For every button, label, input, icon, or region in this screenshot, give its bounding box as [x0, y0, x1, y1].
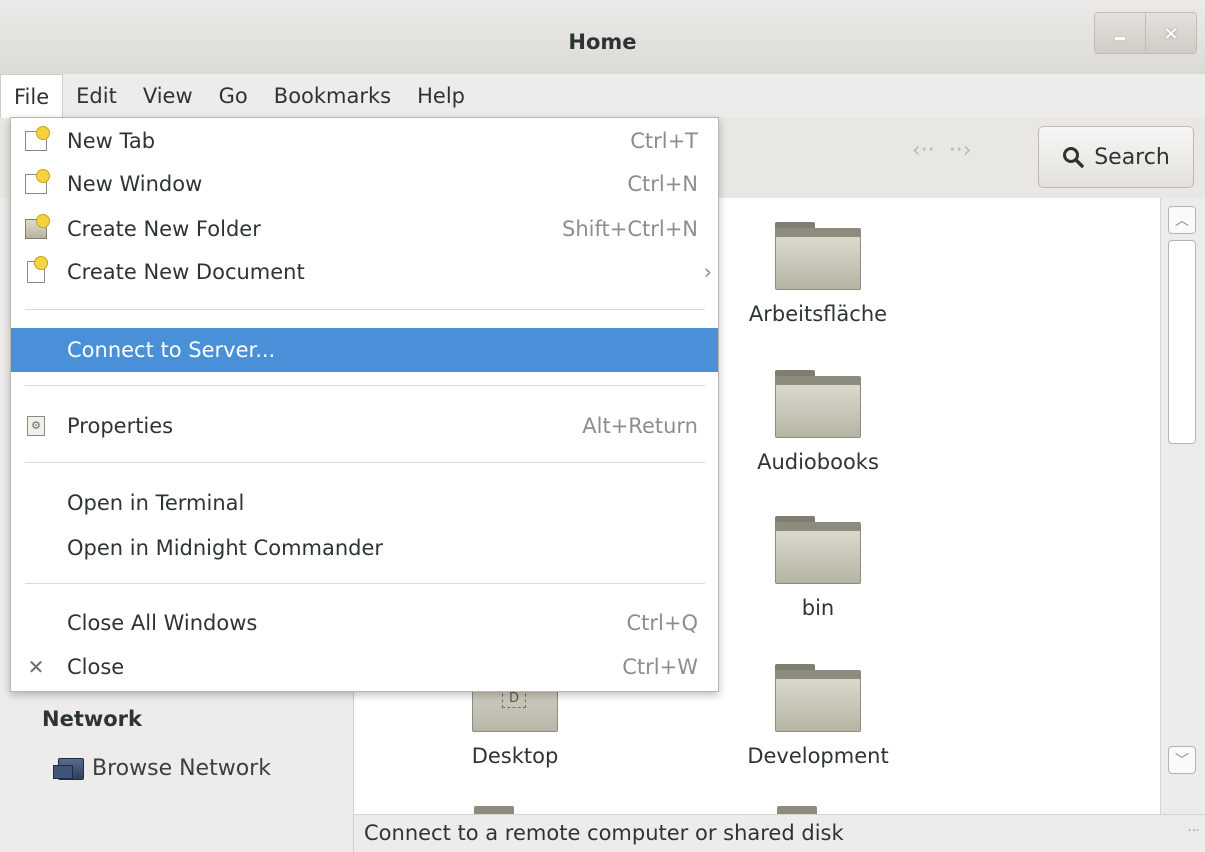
close-icon: ✕	[27, 655, 45, 679]
search-button[interactable]: Search	[1038, 126, 1194, 188]
minimize-icon	[1115, 36, 1125, 40]
folder-icon	[775, 516, 861, 584]
document-icon	[24, 256, 48, 284]
file-name: Development	[747, 744, 889, 768]
resize-grip-icon[interactable]: ⠠⠤	[1183, 810, 1200, 846]
window-title: Home	[568, 30, 637, 54]
menu-bookmarks[interactable]: Bookmarks	[261, 74, 404, 118]
menu-item-new-tab[interactable]: New Tab Ctrl+T	[11, 120, 718, 162]
folder-icon	[24, 214, 50, 241]
menu-go[interactable]: Go	[206, 74, 261, 118]
file-item-arbeitsflaeche[interactable]: Arbeitsfläche	[708, 222, 928, 326]
folder-icon	[775, 664, 861, 732]
scroll-up-button[interactable]: ︿	[1168, 206, 1196, 234]
menu-item-open-in-midnight-commander[interactable]: Open in Midnight Commander	[11, 527, 718, 569]
properties-icon: ⚙	[24, 414, 48, 438]
scroll-down-button[interactable]: ﹀	[1168, 746, 1196, 774]
file-name: bin	[801, 596, 835, 620]
navigation-arrows: ‹·· ··›	[912, 138, 972, 163]
menu-item-create-new-folder[interactable]: Create New Folder Shift+Ctrl+N	[11, 208, 718, 250]
submenu-arrow-icon: ›	[703, 260, 712, 284]
file-manager-window: Home × File Edit View Go Bookmarks Help …	[0, 0, 1205, 852]
sidebar-heading-network: Network	[42, 707, 143, 731]
forward-arrow-icon[interactable]: ··›	[949, 138, 972, 163]
close-window-button[interactable]: ×	[1145, 13, 1196, 53]
menu-item-properties[interactable]: ⚙ Properties Alt+Return	[11, 405, 718, 447]
new-tab-icon	[24, 126, 50, 153]
status-text: Connect to a remote computer or shared d…	[364, 821, 844, 845]
file-item-development[interactable]: Development	[708, 664, 928, 768]
file-name: Desktop	[471, 744, 559, 768]
menu-help[interactable]: Help	[404, 74, 478, 118]
menu-edit[interactable]: Edit	[63, 74, 130, 118]
menu-separator	[25, 385, 705, 386]
folder-icon	[775, 370, 861, 438]
menu-item-create-new-document[interactable]: Create New Document ›	[11, 251, 718, 293]
window-controls: ×	[1094, 12, 1197, 54]
partial-folder-icon	[777, 806, 817, 814]
file-item-audiobooks[interactable]: Audiobooks	[708, 370, 928, 474]
partial-folder-icon	[474, 806, 514, 814]
menu-separator	[25, 309, 705, 310]
chevron-up-icon: ︿	[1175, 213, 1189, 229]
file-menu-dropdown: New Tab Ctrl+T New Window Ctrl+N Create …	[10, 117, 719, 692]
minimize-button[interactable]	[1095, 13, 1145, 53]
menu-bar: File Edit View Go Bookmarks Help	[0, 74, 1205, 119]
menu-separator	[25, 583, 705, 584]
network-icon	[53, 757, 84, 780]
menu-item-connect-to-server[interactable]: Connect to Server...	[11, 328, 718, 372]
file-item-bin[interactable]: bin	[708, 516, 928, 620]
folder-icon	[775, 222, 861, 290]
file-name: Arbeitsfläche	[748, 302, 888, 326]
menu-item-open-in-terminal[interactable]: Open in Terminal	[11, 482, 718, 524]
sidebar-item-browse-network[interactable]: Browse Network	[53, 756, 271, 781]
menu-item-close-all-windows[interactable]: Close All Windows Ctrl+Q	[11, 602, 718, 644]
search-icon	[1063, 147, 1084, 168]
menu-view[interactable]: View	[130, 74, 206, 118]
menu-separator	[25, 462, 705, 463]
sidebar-item-label: Browse Network	[92, 756, 271, 781]
status-bar: Connect to a remote computer or shared d…	[354, 814, 1205, 852]
file-name: Audiobooks	[757, 450, 879, 474]
back-arrow-icon[interactable]: ‹··	[912, 138, 935, 163]
menu-item-close[interactable]: ✕ Close Ctrl+W	[11, 646, 718, 688]
menu-file[interactable]: File	[0, 74, 64, 118]
title-bar[interactable]: Home ×	[0, 0, 1205, 75]
search-label: Search	[1094, 144, 1170, 170]
new-window-icon	[24, 169, 50, 196]
scroll-thumb[interactable]	[1168, 240, 1196, 444]
menu-item-new-window[interactable]: New Window Ctrl+N	[11, 163, 718, 205]
vertical-scrollbar[interactable]: ︿ ﹀	[1160, 198, 1205, 814]
chevron-down-icon: ﹀	[1175, 753, 1189, 769]
